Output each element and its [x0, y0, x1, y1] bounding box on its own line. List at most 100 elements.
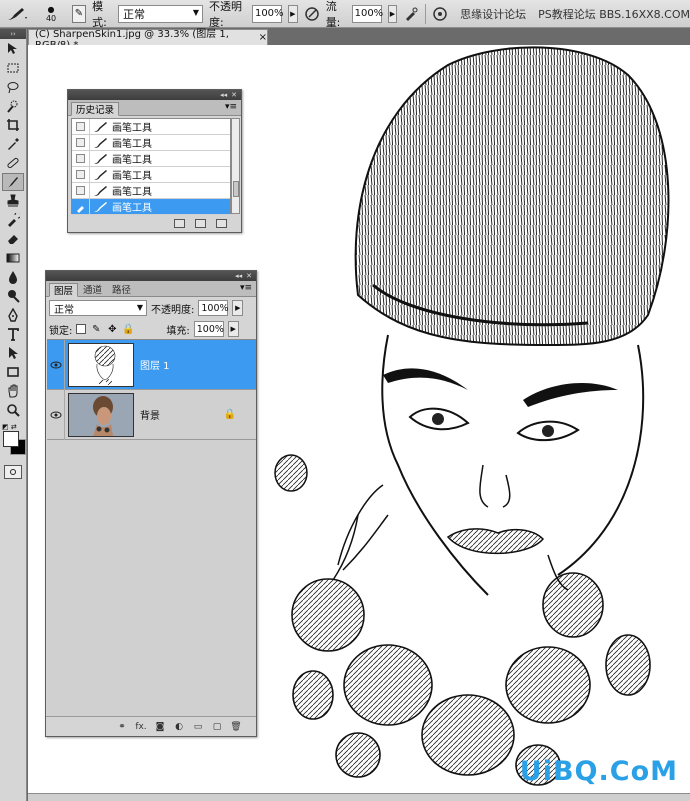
scroll-thumb[interactable]	[233, 181, 239, 197]
opacity-input[interactable]: 100%	[251, 4, 284, 23]
brush-icon	[7, 177, 18, 188]
brush-icon	[90, 121, 112, 133]
healing-brush-tool[interactable]	[2, 154, 24, 172]
layer-style-icon[interactable]: fx.	[135, 721, 147, 733]
new-layer-icon[interactable]: ▢	[211, 721, 223, 733]
opacity-stepper[interactable]: ▶	[287, 4, 298, 23]
shape-tool[interactable]	[2, 363, 24, 381]
lock-image-brush-icon[interactable]: ✎	[90, 323, 102, 335]
eye-icon	[50, 361, 61, 368]
blur-tool[interactable]	[2, 268, 24, 286]
tab-history[interactable]: 历史记录	[71, 102, 120, 116]
triangle-right-icon: ▶	[230, 325, 236, 333]
link-layers-icon[interactable]: ⚭	[116, 721, 128, 733]
trash-icon[interactable]	[216, 218, 227, 228]
brush-icon	[90, 201, 112, 213]
panel-menu-icon[interactable]: ▾≡	[225, 102, 237, 112]
quick-mask-button[interactable]	[4, 465, 22, 479]
quick-selection-tool[interactable]	[2, 97, 24, 115]
tab-layers[interactable]: 图层	[49, 283, 79, 297]
layers-panel-titlebar[interactable]: ◂◂ ✕	[46, 271, 256, 281]
type-icon	[8, 328, 19, 341]
path-selection-tool[interactable]	[2, 344, 24, 362]
flow-stepper[interactable]: ▶	[387, 4, 398, 23]
trash-icon[interactable]: 🗑	[230, 721, 242, 733]
lock-fill-row: 锁定: ✎ ✥ 🔒 填充: 100% ▶	[49, 320, 254, 338]
lock-label: 锁定:	[49, 325, 73, 337]
pen-tool[interactable]	[2, 306, 24, 324]
crop-tool[interactable]	[2, 116, 24, 134]
add-mask-icon[interactable]: ◙	[154, 721, 166, 733]
dodge-tool[interactable]	[2, 287, 24, 305]
new-document-from-state-icon[interactable]	[174, 218, 185, 228]
lock-all-icon[interactable]: 🔒	[122, 323, 134, 335]
history-item[interactable]: 画笔工具	[72, 150, 230, 167]
collapse-icon[interactable]: ◂◂	[235, 272, 242, 280]
tools-panel: ›› ◩ ⇄	[0, 29, 27, 801]
adjustment-layer-icon[interactable]: ◐	[173, 721, 185, 733]
history-panel-titlebar[interactable]: ◂◂ ✕	[68, 90, 241, 100]
history-item[interactable]: 画笔工具	[72, 118, 230, 135]
layer-opacity-stepper[interactable]: ▶	[232, 300, 244, 316]
pressure-size-toggle[interactable]	[432, 4, 448, 24]
airbrush-toggle[interactable]	[403, 4, 419, 24]
flow-label: 流量:	[325, 0, 341, 29]
history-item[interactable]: 画笔工具	[72, 166, 230, 183]
history-source-slot[interactable]	[72, 134, 90, 151]
brush-tool[interactable]	[2, 173, 24, 191]
lasso-tool[interactable]	[2, 78, 24, 96]
history-source-slot[interactable]	[72, 182, 90, 199]
visibility-toggle[interactable]	[47, 389, 65, 440]
eyedropper-tool[interactable]	[2, 135, 24, 153]
zoom-tool[interactable]	[2, 401, 24, 419]
layer-row-layer1[interactable]: 图层 1	[47, 339, 256, 390]
collapse-icon[interactable]: ◂◂	[220, 91, 227, 99]
foreground-color-swatch[interactable]	[3, 431, 19, 447]
history-source-slot[interactable]	[72, 198, 90, 215]
document-tab[interactable]: (C) SharpenSkin1.jpg @ 33.3% (图层 1, RGB/…	[28, 29, 268, 51]
tool-preset-picker[interactable]	[4, 3, 30, 25]
close-icon[interactable]: ✕	[246, 272, 252, 280]
panel-menu-icon[interactable]: ▾≡	[240, 283, 252, 293]
mode-select[interactable]: 正常 ▼	[118, 4, 204, 23]
toolbar-grip[interactable]: ››	[0, 29, 26, 39]
camera-icon[interactable]	[195, 218, 206, 228]
move-tool[interactable]	[2, 40, 24, 58]
layer-opacity-input[interactable]: 100%	[198, 300, 229, 316]
marquee-tool[interactable]	[2, 59, 24, 77]
fill-stepper[interactable]: ▶	[227, 321, 239, 337]
brush-preset-picker[interactable]: ● 40	[36, 2, 65, 26]
history-source-slot[interactable]	[72, 166, 90, 183]
history-item-label: 画笔工具	[112, 203, 152, 214]
history-item[interactable]: 画笔工具	[72, 134, 230, 151]
history-source-slot[interactable]	[72, 150, 90, 167]
history-item[interactable]: 画笔工具	[72, 182, 230, 199]
layer-row-background[interactable]: 背景 🔒	[47, 389, 256, 440]
blend-mode-select[interactable]: 正常 ▼	[49, 300, 147, 316]
brush-size-value: 40	[45, 13, 57, 23]
default-colors-icon[interactable]: ◩ ⇄	[2, 423, 17, 431]
hand-tool[interactable]	[2, 382, 24, 400]
lock-transparency-button[interactable]	[76, 324, 87, 334]
clone-stamp-tool[interactable]	[2, 192, 24, 210]
tab-channels[interactable]: 通道	[78, 282, 107, 296]
history-scrollbar[interactable]	[231, 118, 240, 214]
history-brush-tool[interactable]	[2, 211, 24, 229]
pressure-opacity-toggle[interactable]	[304, 4, 320, 24]
history-source-slot[interactable]	[72, 118, 90, 135]
eraser-tool[interactable]	[2, 230, 24, 248]
flow-input[interactable]: 100%	[351, 4, 383, 23]
tab-paths[interactable]: 路径	[107, 282, 136, 296]
close-icon[interactable]: ×	[259, 32, 267, 43]
lock-position-move-icon[interactable]: ✥	[106, 323, 118, 335]
type-tool[interactable]	[2, 325, 24, 343]
visibility-toggle[interactable]	[47, 339, 65, 390]
history-item-selected[interactable]: 画笔工具	[72, 198, 230, 215]
fill-input[interactable]: 100%	[193, 321, 224, 337]
brush-panel-toggle[interactable]: ✎	[71, 4, 87, 23]
close-icon[interactable]: ✕	[231, 91, 237, 99]
history-source-checkbox	[76, 138, 85, 147]
gradient-tool[interactable]	[2, 249, 24, 267]
new-group-icon[interactable]: ▭	[192, 721, 204, 733]
eyedropper-icon	[8, 138, 19, 150]
